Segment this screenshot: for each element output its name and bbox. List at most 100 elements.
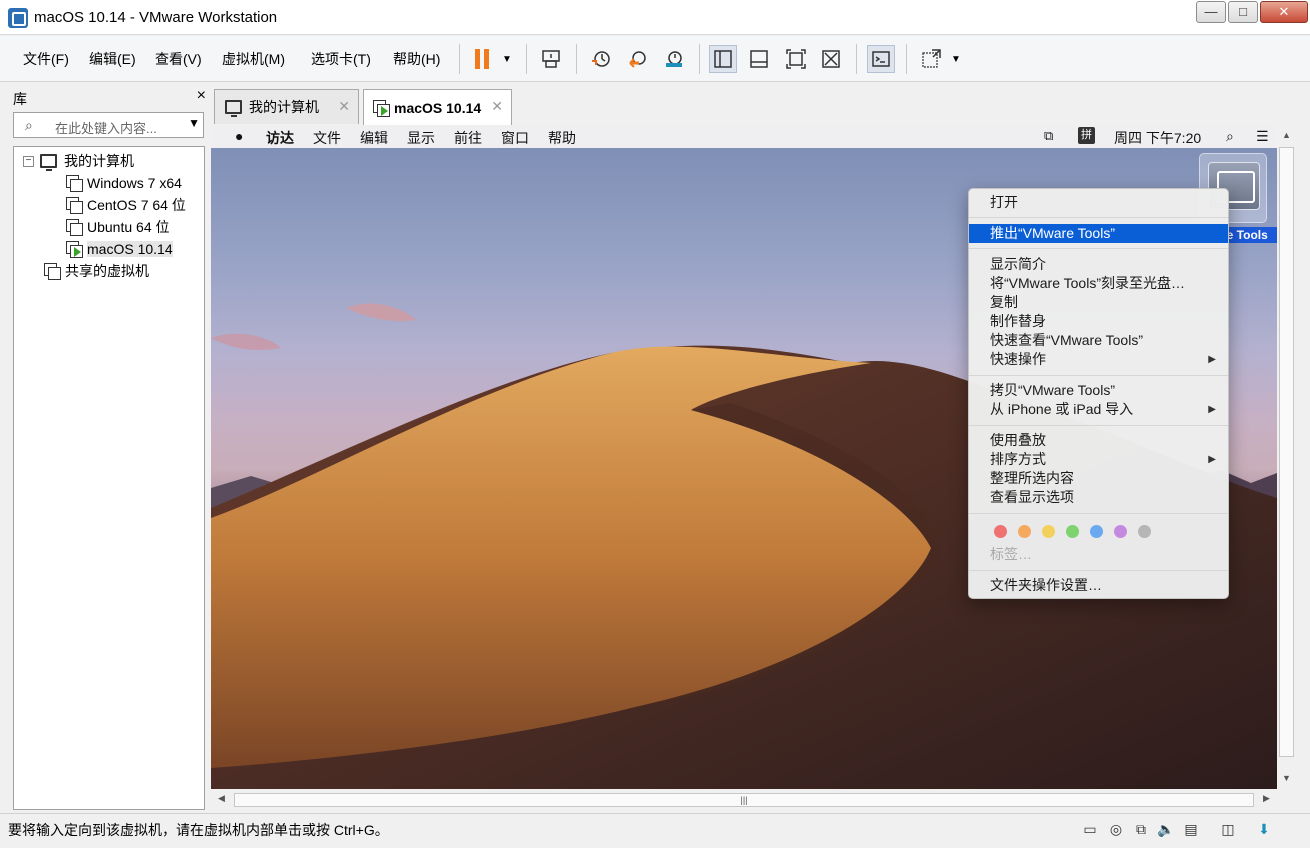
submenu-arrow-icon: ▶ <box>1208 404 1216 415</box>
tab-macos[interactable]: macOS 10.14 ✕ <box>363 89 512 125</box>
maximize-button[interactable]: □ <box>1228 1 1258 23</box>
usb-icon[interactable]: ▤ <box>1181 819 1201 839</box>
menu-item-clean-up[interactable]: 整理所选内容 <box>969 469 1228 488</box>
menu-item-import-iphone[interactable]: 从 iPhone 或 iPad 导入 ▶ <box>969 400 1228 419</box>
tree-node-label: Windows 7 x64 <box>87 175 182 191</box>
menu-item-copy[interactable]: 拷贝“VMware Tools” <box>969 381 1228 400</box>
unity-icon[interactable] <box>817 45 845 73</box>
pause-icon[interactable] <box>468 45 496 73</box>
scroll-up-icon[interactable]: ▲ <box>1282 130 1291 140</box>
chevron-down-icon[interactable]: ▼ <box>188 116 200 130</box>
tag-color-orange[interactable] <box>1018 525 1031 538</box>
menu-help[interactable]: 帮助(H) <box>393 49 440 69</box>
notification-center-icon[interactable]: ☰ <box>1256 128 1269 145</box>
tag-color-red[interactable] <box>994 525 1007 538</box>
menu-item-quick-look[interactable]: 快速查看“VMware Tools” <box>969 331 1228 350</box>
menu-item-burn[interactable]: 将“VMware Tools”刻录至光盘… <box>969 274 1228 293</box>
submenu-arrow-icon: ▶ <box>1208 454 1216 465</box>
menu-item-get-info[interactable]: 显示简介 <box>969 255 1228 274</box>
scroll-right-icon[interactable]: ▶ <box>1263 793 1270 804</box>
scroll-left-icon[interactable]: ◀ <box>218 793 225 804</box>
stretch-guest-icon[interactable] <box>917 45 945 73</box>
apple-menu-icon[interactable]: ● <box>235 128 243 144</box>
horizontal-scrollbar[interactable]: ◀ ||| ▶ <box>214 791 1277 809</box>
show-library-icon[interactable] <box>709 45 737 73</box>
toolbar-separator <box>576 44 577 74</box>
mac-menu-help[interactable]: 帮助 <box>548 128 576 148</box>
mac-menu-view[interactable]: 显示 <box>407 128 435 148</box>
menu-item-sort-by[interactable]: 排序方式 ▶ <box>969 450 1228 469</box>
menu-item-use-stacks[interactable]: 使用叠放 <box>969 431 1228 450</box>
menu-edit[interactable]: 编辑(E) <box>89 49 136 69</box>
console-view-icon[interactable] <box>867 45 895 73</box>
sound-card-icon[interactable]: 🔈 <box>1156 819 1176 839</box>
tag-color-gray[interactable] <box>1138 525 1151 538</box>
menu-separator <box>969 425 1228 426</box>
fullscreen-icon[interactable] <box>782 45 810 73</box>
mac-menu-window[interactable]: 窗口 <box>501 128 529 148</box>
mac-menu-edit[interactable]: 编辑 <box>360 128 388 148</box>
network-adapter-icon[interactable]: ⧉ <box>1131 819 1151 839</box>
power-dropdown-icon[interactable]: ▼ <box>497 45 517 73</box>
library-close-icon[interactable]: × <box>197 87 206 105</box>
macos-menubar: ● 访达 文件 编辑 显示 前往 窗口 帮助 ⧉ 拼 周四 下午7:20 ⌕ ☰ <box>211 125 1277 148</box>
tab-my-computer[interactable]: 我的计算机 ✕ <box>214 89 359 124</box>
library-title: 库 <box>13 91 27 107</box>
menu-file[interactable]: 文件(F) <box>23 49 69 69</box>
menu-item-folder-actions[interactable]: 文件夹操作设置… <box>969 576 1228 595</box>
snapshot-manager-icon[interactable] <box>660 45 688 73</box>
search-icon: ⌕ <box>25 117 33 133</box>
scroll-down-icon[interactable]: ▼ <box>1282 773 1291 783</box>
menu-item-duplicate[interactable]: 复制 <box>969 293 1228 312</box>
library-search-input[interactable]: ⌕ 在此处键入内容... ▼ <box>13 112 204 138</box>
tree-node-vm-selected[interactable]: macOS 10.14 <box>66 238 173 260</box>
tree-node-vm[interactable]: Ubuntu 64 位 <box>66 216 170 238</box>
cd-dvd-icon[interactable]: ◎ <box>1106 819 1126 839</box>
revert-snapshot-icon[interactable] <box>624 45 652 73</box>
tag-color-blue[interactable] <box>1090 525 1103 538</box>
message-log-icon[interactable]: ◫ <box>1218 819 1238 839</box>
thumbnail-bar-icon[interactable] <box>745 45 773 73</box>
tree-node-vm[interactable]: Windows 7 x64 <box>66 172 182 194</box>
download-icon[interactable]: ⬇ <box>1254 819 1274 839</box>
menu-item-label: 排序方式 <box>990 451 1046 467</box>
mac-menu-go[interactable]: 前往 <box>454 128 482 148</box>
menu-item-view-options[interactable]: 查看显示选项 <box>969 488 1228 507</box>
tag-color-yellow[interactable] <box>1042 525 1055 538</box>
tree-node-my-computer[interactable]: − 我的计算机 <box>23 150 134 172</box>
vm-running-icon <box>66 241 83 258</box>
menu-item-eject[interactable]: 推出“VMware Tools” <box>969 224 1228 243</box>
mac-menu-finder[interactable]: 访达 <box>266 128 294 148</box>
tree-node-shared[interactable]: 共享的虚拟机 <box>44 260 149 282</box>
scroll-thumb[interactable] <box>1279 147 1294 757</box>
menu-vm[interactable]: 虚拟机(M) <box>222 49 285 69</box>
collapse-icon[interactable]: − <box>23 155 34 167</box>
menu-tabs[interactable]: 选项卡(T) <box>311 49 371 69</box>
close-button[interactable]: ✕ <box>1260 1 1308 23</box>
display-mirror-icon[interactable]: ⧉ <box>1044 128 1053 144</box>
menu-item-quick-actions[interactable]: 快速操作 ▶ <box>969 350 1228 369</box>
vertical-scrollbar[interactable]: ▲ ▼ <box>1277 125 1297 789</box>
hard-disk-icon[interactable]: ▭ <box>1080 819 1100 839</box>
menu-item-tags[interactable]: 标签… <box>969 545 1228 564</box>
scroll-thumb[interactable]: ||| <box>234 793 1254 807</box>
menubar-clock[interactable]: 周四 下午7:20 <box>1114 128 1201 148</box>
snapshot-icon[interactable] <box>587 45 615 73</box>
menu-item-open[interactable]: 打开 <box>969 193 1228 212</box>
tab-close-icon[interactable]: ✕ <box>491 98 503 115</box>
menu-view[interactable]: 查看(V) <box>155 49 202 69</box>
tag-color-green[interactable] <box>1066 525 1079 538</box>
menu-separator <box>969 248 1228 249</box>
stretch-dropdown-icon[interactable]: ▼ <box>946 45 966 73</box>
tree-node-label: Ubuntu 64 位 <box>87 219 170 235</box>
tree-node-vm[interactable]: CentOS 7 64 位 <box>66 194 186 216</box>
menu-item-make-alias[interactable]: 制作替身 <box>969 312 1228 331</box>
spotlight-search-icon[interactable]: ⌕ <box>1226 128 1234 145</box>
send-ctrl-alt-del-icon[interactable] <box>537 45 565 73</box>
tab-close-icon[interactable]: ✕ <box>338 98 350 115</box>
input-method-icon[interactable]: 拼 <box>1078 127 1095 144</box>
status-bar: 要将输入定向到该虚拟机，请在虚拟机内部单击或按 Ctrl+G。 ▭ ◎ ⧉ 🔈 … <box>0 813 1310 848</box>
mac-menu-file[interactable]: 文件 <box>313 128 341 148</box>
tag-color-purple[interactable] <box>1114 525 1127 538</box>
minimize-button[interactable]: — <box>1196 1 1226 23</box>
